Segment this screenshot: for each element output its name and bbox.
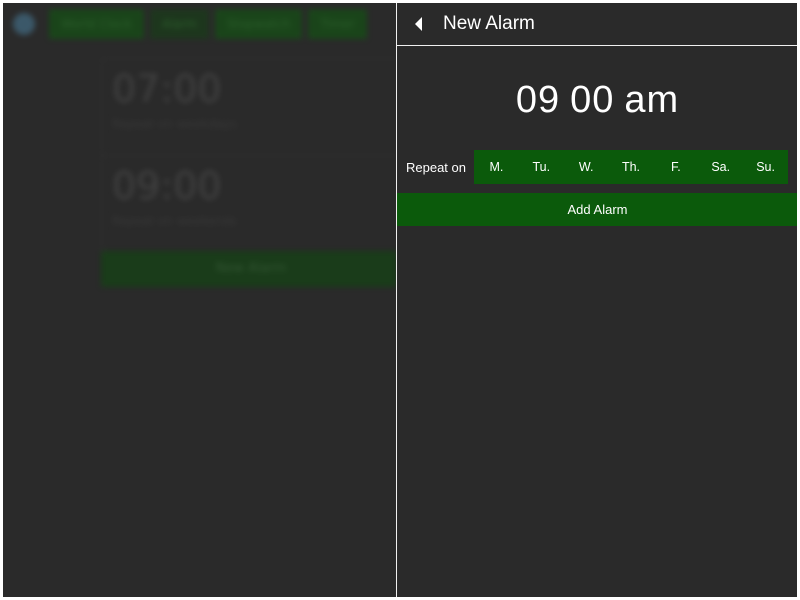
background-app: World Clock Alarm Stopwatch Timer 07:00 … (3, 3, 397, 597)
background-alarm-item: 07:00 Repeat on weekdays (102, 59, 397, 156)
new-alarm-panel: New Alarm 09 00 am Repeat on M. Tu. W. Th.… (396, 3, 797, 597)
time-picker: 09 00 am (397, 79, 797, 122)
background-tab-world-clock: World Clock (49, 9, 144, 39)
background-tab-stopwatch: Stopwatch (215, 9, 303, 39)
panel-title: New Alarm (443, 13, 535, 34)
day-toggle-wednesday[interactable]: W. (564, 150, 609, 184)
day-toggle-friday[interactable]: F. (653, 150, 698, 184)
background-alarm-item: 09:00 Repeat on weekends (102, 156, 397, 252)
day-selector: M. Tu. W. Th. F. Sa. Su. (474, 150, 788, 184)
repeat-row: Repeat on M. Tu. W. Th. F. Sa. Su. (397, 150, 797, 184)
background-tab-timer: Timer (308, 9, 367, 39)
background-alarm-subtitle: Repeat on weekends (112, 214, 237, 228)
add-alarm-button[interactable]: Add Alarm (397, 193, 797, 226)
chevron-left-icon (415, 17, 422, 31)
minute-value[interactable]: 00 (570, 79, 614, 121)
day-toggle-sunday[interactable]: Su. (743, 150, 788, 184)
background-alarm-time: 09:00 (112, 164, 222, 208)
background-alarm-time: 07:00 (112, 67, 222, 111)
background-new-alarm-button: New Alarm (101, 251, 397, 287)
app-window: World Clock Alarm Stopwatch Timer 07:00 … (3, 3, 797, 597)
hour-value[interactable]: 09 (516, 79, 560, 121)
day-toggle-thursday[interactable]: Th. (609, 150, 654, 184)
panel-header: New Alarm (397, 3, 797, 46)
background-tab-alarm: Alarm (149, 9, 210, 39)
background-topbar: World Clock Alarm Stopwatch Timer (3, 3, 397, 45)
background-alarm-list: 07:00 Repeat on weekdays 09:00 Repeat on… (101, 58, 397, 253)
background-alarm-subtitle: Repeat on weekdays (112, 117, 237, 131)
day-toggle-monday[interactable]: M. (474, 150, 519, 184)
day-toggle-saturday[interactable]: Sa. (698, 150, 743, 184)
app-logo-icon (13, 13, 35, 35)
back-button[interactable] (409, 14, 429, 34)
repeat-label: Repeat on (406, 159, 466, 175)
am-pm-value[interactable]: am (624, 79, 679, 121)
day-toggle-tuesday[interactable]: Tu. (519, 150, 564, 184)
